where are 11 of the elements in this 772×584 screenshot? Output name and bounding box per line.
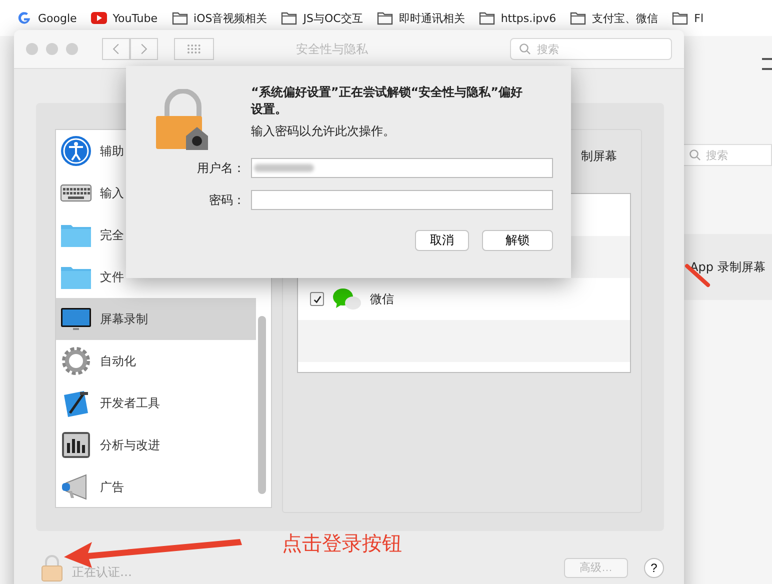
window-title: 安全性与隐私: [295, 40, 369, 58]
field-label: 用户名：: [196, 160, 245, 176]
dialog-message: “系统偏好设置”正在尝试解锁“安全性与隐私”偏好设置。: [251, 84, 524, 118]
lock-status-text: 正在认证…: [72, 564, 132, 581]
search-placeholder: 搜索: [706, 148, 728, 162]
field-label: 密码：: [208, 192, 245, 208]
dialog-note: 输入密码以允许此次操作。: [251, 123, 396, 140]
app-name: 微信: [370, 290, 394, 308]
annotation-text: 点击登录按钮: [282, 530, 402, 557]
pane-heading: 制屏幕: [581, 148, 618, 165]
search-placeholder: 搜索: [537, 42, 559, 56]
